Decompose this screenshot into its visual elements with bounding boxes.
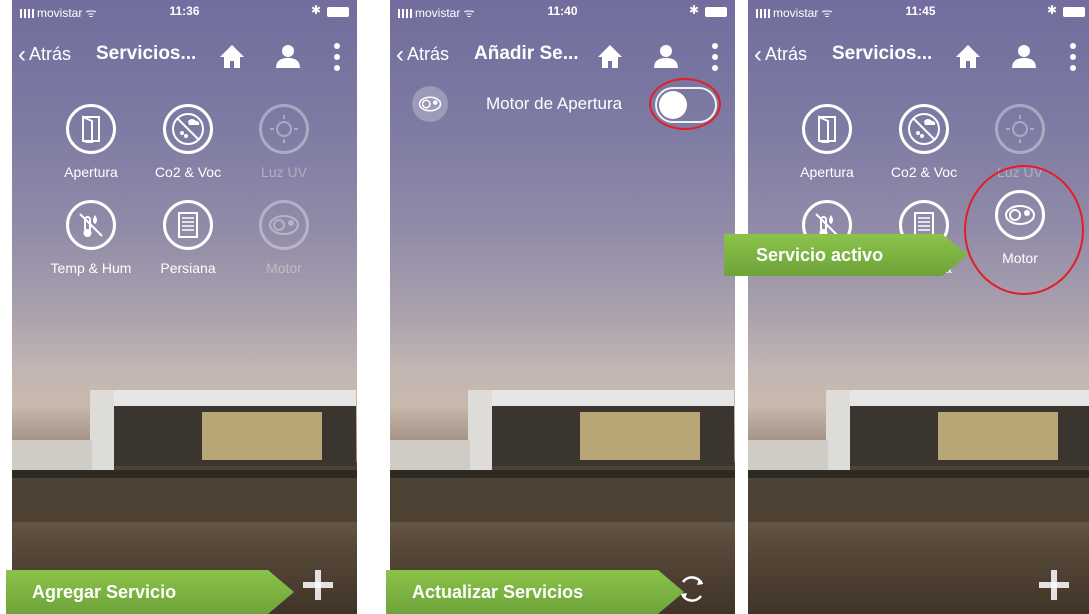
callout-text: Servicio activo (756, 244, 884, 265)
sun-icon (270, 115, 298, 143)
more-vertical-icon[interactable] (330, 41, 344, 73)
back-label: Atrás (29, 44, 72, 64)
screen-services-active: movistar ᯤ 11:45 ✱ ‹ Atrás Servicios... A… (748, 0, 1089, 614)
callout-text: Actualizar Servicios (412, 581, 584, 602)
door-icon (818, 115, 836, 143)
back-label: Atrás (407, 44, 450, 64)
plus-icon[interactable] (301, 568, 335, 602)
chevron-left-icon: ‹ (396, 40, 404, 68)
battery-icon (705, 7, 727, 17)
status-bar: movistar ᯤ 11:45 ✱ (748, 0, 1089, 24)
more-vertical-icon[interactable] (1066, 41, 1080, 73)
chevron-left-icon: ‹ (754, 40, 762, 68)
status-bar: movistar ᯤ 11:40 ✱ (390, 0, 735, 24)
bluetooth-icon: ✱ (1046, 3, 1057, 17)
highlight-circle (964, 165, 1084, 295)
service-apertura[interactable]: Apertura (777, 104, 877, 180)
callout-active-service: Servicio activo (724, 234, 968, 276)
sun-icon (1006, 115, 1034, 143)
service-label: Luz UV (261, 164, 307, 180)
status-time: 11:40 (547, 4, 578, 18)
callout-text: Agregar Servicio (32, 581, 177, 602)
service-temp-hum[interactable]: Temp & Hum (41, 200, 141, 276)
service-label: Co2 & Voc (154, 164, 222, 180)
service-label: Temp & Hum (50, 260, 132, 276)
service-label: Motor (266, 260, 302, 276)
nav-bar: ‹ Atrás Añadir Se... (390, 34, 735, 78)
page-title: Añadir Se... (474, 43, 579, 64)
motor-icon (269, 215, 299, 235)
user-icon[interactable] (274, 42, 302, 70)
service-motor[interactable]: Motor (234, 200, 334, 276)
service-label: Apertura (800, 164, 854, 180)
battery-icon (1063, 7, 1085, 17)
home-icon[interactable] (596, 42, 624, 70)
back-button[interactable]: ‹ Atrás (18, 40, 72, 68)
nav-bar: ‹ Atrás Servicios... (12, 34, 357, 78)
bluetooth-icon: ✱ (310, 3, 321, 17)
back-button[interactable]: ‹ Atrás (754, 40, 808, 68)
service-co2-voc[interactable]: Co2 & Voc (138, 104, 238, 180)
status-time: 11:36 (169, 4, 200, 18)
house-background-image (390, 390, 735, 522)
service-label: Co2 & Voc (890, 164, 958, 180)
shutter-icon (178, 212, 198, 238)
door-icon (82, 115, 100, 143)
home-icon[interactable] (218, 42, 246, 70)
battery-icon (327, 7, 349, 17)
back-label: Atrás (765, 44, 808, 64)
screen-add-service: movistar ᯤ 11:40 ✱ ‹ Atrás Añadir Se... M… (390, 0, 735, 614)
callout-add-service: Agregar Servicio (6, 570, 294, 614)
service-co2-voc[interactable]: Co2 & Voc (874, 104, 974, 180)
page-title: Servicios... (832, 43, 933, 64)
service-toggle-label: Motor de Apertura (486, 94, 623, 113)
motor-icon (418, 96, 442, 112)
user-icon[interactable] (1010, 42, 1038, 70)
callout-refresh-services: Actualizar Servicios (386, 570, 684, 614)
no-thermometer-icon (79, 213, 103, 237)
screen-services-list: movistar ᯤ 11:36 ✱ ‹ Atrás Servicios... A… (12, 0, 357, 614)
service-luz-uv[interactable]: Luz UV (234, 104, 334, 180)
chevron-left-icon: ‹ (18, 40, 26, 68)
service-persiana[interactable]: Persiana (138, 200, 238, 276)
status-bar: movistar ᯤ 11:36 ✱ (12, 0, 357, 24)
house-background-image (748, 390, 1089, 522)
back-button[interactable]: ‹ Atrás (396, 40, 450, 68)
user-icon[interactable] (652, 42, 680, 70)
service-label: Persiana (160, 260, 216, 276)
nav-bar: ‹ Atrás Servicios... (748, 34, 1089, 78)
service-toggle-row: Motor de Apertura (390, 78, 735, 130)
plus-icon[interactable] (1037, 568, 1071, 602)
service-apertura[interactable]: Apertura (41, 104, 141, 180)
more-vertical-icon[interactable] (708, 41, 722, 73)
no-cloud-icon (908, 113, 940, 145)
status-time: 11:45 (905, 4, 936, 18)
service-label: Apertura (64, 164, 118, 180)
bluetooth-icon: ✱ (688, 3, 699, 17)
house-background-image (12, 390, 357, 522)
home-icon[interactable] (954, 42, 982, 70)
no-cloud-icon (172, 113, 204, 145)
highlight-circle (649, 78, 721, 130)
page-title: Servicios... (96, 43, 197, 64)
